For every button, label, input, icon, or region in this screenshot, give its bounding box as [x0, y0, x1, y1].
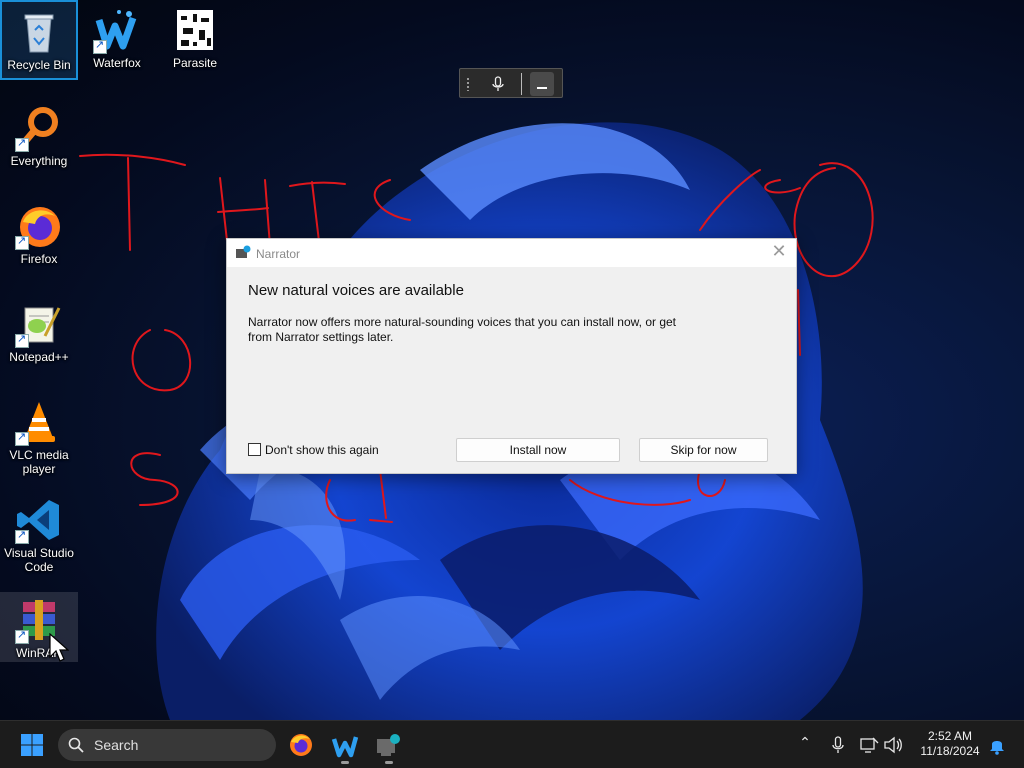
dialog-message: Narrator now offers more natural-soundin…: [248, 315, 677, 344]
desktop-icon-waterfox[interactable]: Waterfox: [78, 0, 156, 80]
volume-icon[interactable]: [883, 735, 903, 755]
taskbar-narrator[interactable]: [373, 729, 405, 764]
desktop-icon-label: Notepad++: [9, 350, 69, 364]
narrator-dialog: Narrator ✕ New natural voices are availa…: [226, 238, 797, 474]
desktop-icon-vscode[interactable]: Visual Studio Code: [0, 490, 78, 582]
desktop-icon-everything[interactable]: Everything: [0, 98, 78, 178]
skip-for-now-button[interactable]: Skip for now: [639, 438, 768, 462]
desktop-icon-firefox[interactable]: Firefox: [0, 196, 78, 276]
desktop-icon-notepadpp[interactable]: Notepad++: [0, 294, 78, 374]
network-icon[interactable]: [859, 735, 879, 755]
shortcut-arrow-icon: [15, 628, 29, 644]
taskbar-firefox[interactable]: [285, 729, 317, 761]
shortcut-arrow-icon: [15, 234, 29, 250]
parasite-icon: [171, 6, 219, 54]
search-icon: [68, 737, 84, 753]
dialog-heading: New natural voices are available: [248, 282, 464, 299]
clock-date: 11/18/2024: [920, 744, 980, 758]
desktop-icon-recycle-bin[interactable]: Recycle Bin: [0, 0, 78, 80]
voice-access-toolbar[interactable]: [459, 68, 563, 98]
desktop-icon-label: VLC media player: [9, 448, 69, 476]
vscode-icon: [15, 496, 63, 544]
desktop-icon-label: Visual Studio Code: [4, 546, 74, 574]
microphone-icon[interactable]: [828, 735, 848, 755]
desktop-icon-label: Parasite: [172, 56, 218, 70]
shortcut-arrow-icon: [15, 136, 29, 152]
shortcut-arrow-icon: [15, 528, 29, 544]
narrator-icon: [377, 734, 400, 756]
microphone-icon[interactable]: [488, 74, 508, 94]
drag-grip-icon[interactable]: [466, 77, 470, 91]
desktop-icon-label: Everything: [10, 154, 68, 168]
desktop-icon-parasite[interactable]: Parasite: [156, 0, 234, 80]
notepadpp-icon: [15, 300, 63, 348]
taskbar-search-box[interactable]: Search: [58, 729, 276, 761]
toolbar-separator: [521, 73, 522, 95]
running-indicator: [341, 761, 349, 764]
recycle-bin-icon: [15, 8, 63, 56]
desktop-icon-label: Recycle Bin: [7, 58, 71, 72]
desktop-icon-label: Waterfox: [93, 56, 141, 70]
system-clock[interactable]: 2:52 AM 11/18/2024: [906, 729, 994, 759]
mouse-pointer-icon: [49, 633, 69, 662]
narrator-app-icon: [236, 245, 251, 258]
clock-time: 2:52 AM: [927, 729, 973, 743]
desktop-icon-vlc[interactable]: VLC media player: [0, 392, 78, 484]
taskbar: Search ⌃ 2:52 AM 11/18/2024: [0, 720, 1024, 768]
checkbox-label: Don't show this again: [265, 443, 379, 457]
search-placeholder: Search: [94, 737, 139, 753]
close-icon[interactable]: ✕: [768, 243, 790, 263]
bell-icon[interactable]: [987, 735, 1007, 755]
firefox-icon: [290, 734, 312, 756]
shortcut-arrow-icon: [93, 38, 107, 54]
waterfox-icon: [93, 6, 141, 54]
everything-search-icon: [15, 104, 63, 152]
dialog-titlebar[interactable]: Narrator ✕: [227, 239, 796, 267]
firefox-icon: [15, 202, 63, 250]
dialog-title: Narrator: [256, 247, 301, 261]
desktop-icon-label: Firefox: [20, 252, 58, 266]
install-now-button[interactable]: Install now: [456, 438, 620, 462]
checkbox-box[interactable]: [248, 443, 261, 456]
chevron-up-icon[interactable]: ⌃: [795, 735, 815, 755]
minimize-icon[interactable]: [530, 72, 554, 96]
dont-show-again-checkbox[interactable]: Don't show this again: [248, 443, 379, 457]
start-button[interactable]: [20, 733, 44, 757]
running-indicator: [385, 761, 393, 764]
shortcut-arrow-icon: [15, 430, 29, 446]
vlc-icon: [15, 398, 63, 446]
taskbar-waterfox[interactable]: [329, 729, 361, 764]
shortcut-arrow-icon: [15, 332, 29, 348]
waterfox-icon: [331, 736, 359, 758]
